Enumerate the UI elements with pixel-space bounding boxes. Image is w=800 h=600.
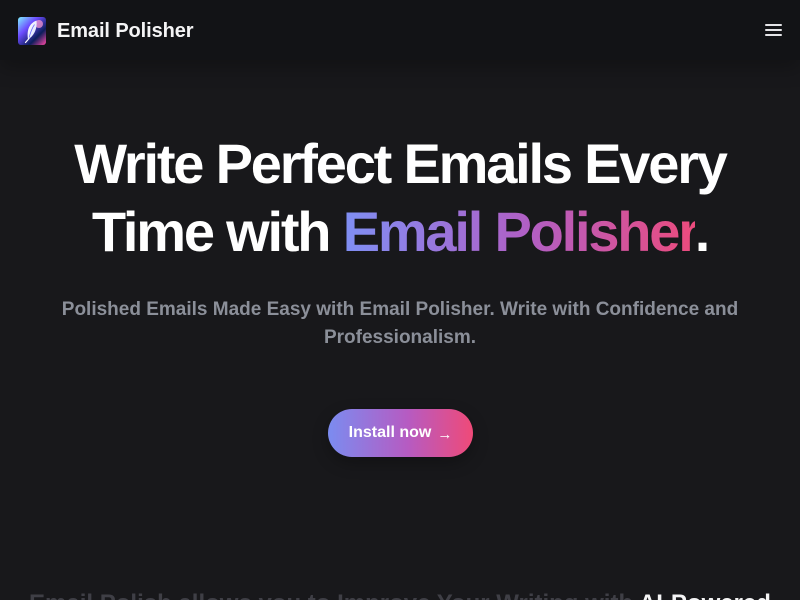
hamburger-menu-button[interactable] <box>765 22 782 36</box>
hero-title-highlight: Email Polisher <box>342 200 697 263</box>
top-navigation-bar: Email Polisher <box>0 0 800 60</box>
feature-intro-lead: Email Polish allows you to Improve Your … <box>29 590 639 600</box>
landing-page: Email Polisher Write Perfect Emails Ever… <box>0 0 800 600</box>
hero-section: Write Perfect Emails Every Time with Ema… <box>0 60 800 600</box>
menu-line-icon <box>765 24 782 26</box>
menu-line-icon <box>765 34 782 36</box>
home-logo-link[interactable]: Email Polisher <box>18 17 194 45</box>
hero-title: Write Perfect Emails Every Time with Ema… <box>40 130 760 266</box>
quill-logo-icon <box>18 17 46 45</box>
feature-intro-text: Email Polish allows you to Improve Your … <box>20 588 780 600</box>
hero-title-end: . <box>694 200 711 263</box>
menu-line-icon <box>765 29 782 31</box>
install-button-label: Install now <box>348 424 432 441</box>
feature-intro-emphasis: AI-Powered <box>639 590 771 600</box>
hero-subtitle: Polished Emails Made Easy with Email Pol… <box>61 299 739 348</box>
arrow-right-icon: → <box>437 425 453 443</box>
install-now-button[interactable]: Install now → <box>328 409 473 457</box>
brand-name: Email Polisher <box>57 19 194 42</box>
